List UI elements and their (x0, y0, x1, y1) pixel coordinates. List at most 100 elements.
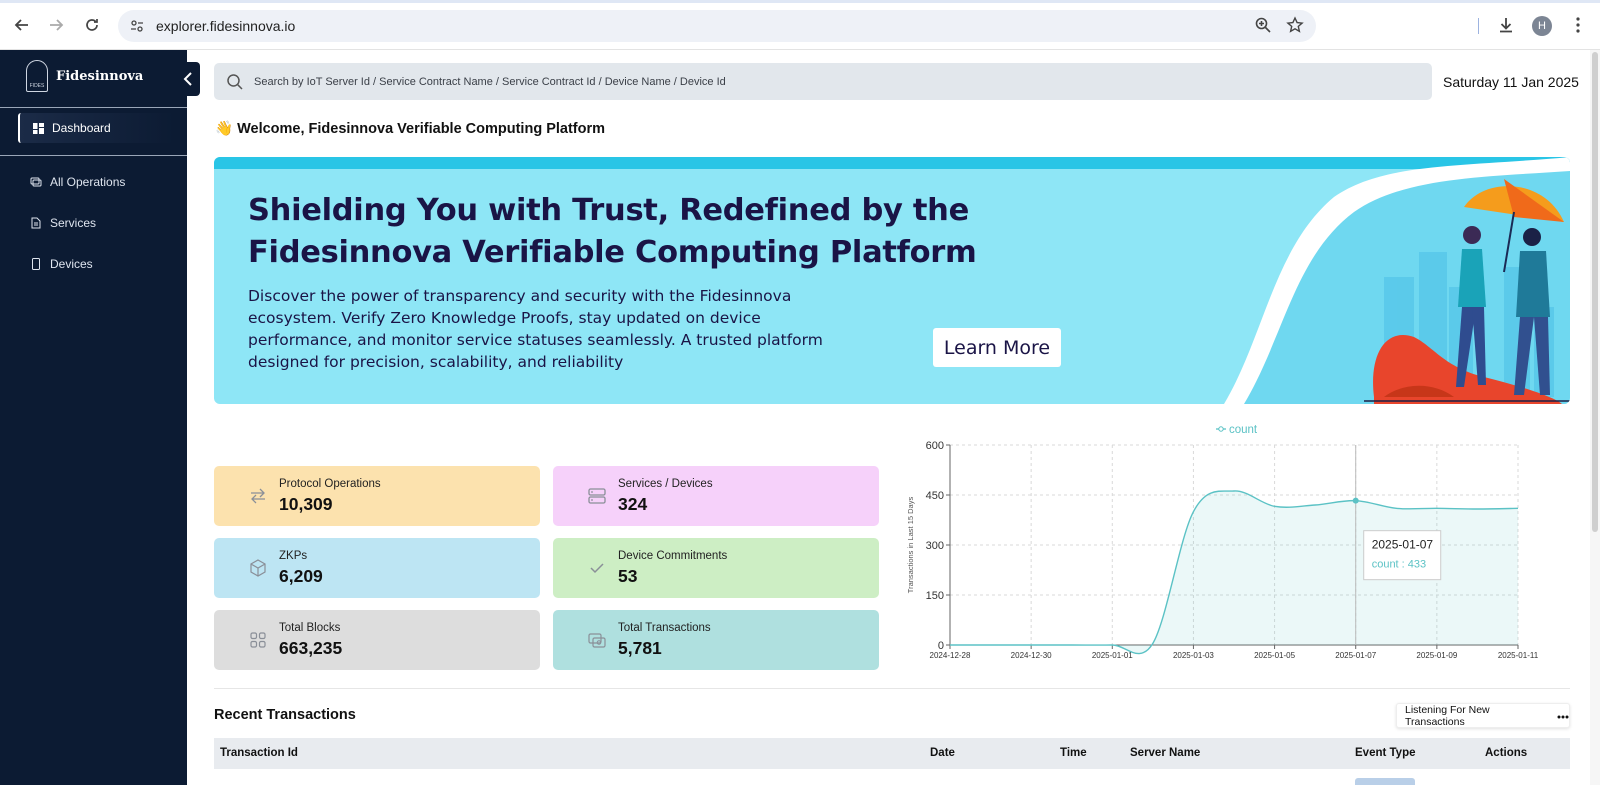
recent-transactions-title: Recent Transactions (214, 707, 356, 723)
legend-marker (1218, 426, 1224, 432)
x-tick-label: 2025-01-05 (1254, 651, 1295, 660)
scrollbar-thumb[interactable] (1592, 52, 1598, 532)
sidebar-item-dashboard[interactable]: Dashboard (18, 113, 174, 143)
data-point (1352, 497, 1359, 504)
toolbar-separator (1478, 18, 1479, 34)
menu-kebab-icon[interactable] (1566, 13, 1590, 37)
stat-label: ZKPs (279, 550, 308, 562)
stat-label: Device Commitments (618, 550, 728, 562)
stat-value: 663,235 (279, 638, 343, 658)
x-tick-label: 2025-01-01 (1092, 651, 1133, 660)
column-header-actions[interactable]: Actions (1485, 747, 1527, 759)
stat-label: Total Blocks (279, 622, 341, 634)
current-date: Saturday 11 Jan 2025 (1443, 74, 1579, 90)
x-tick-label: 2024-12-28 (930, 651, 971, 660)
stat-value: 6,209 (279, 566, 323, 586)
bookmark-star-icon[interactable] (1286, 16, 1304, 39)
hero-banner: Shielding You with Trust, Redefined by t… (214, 157, 1570, 404)
y-tick-label: 600 (926, 440, 944, 452)
sidebar-divider (0, 107, 187, 108)
x-tick-label: 2025-01-11 (1498, 651, 1539, 660)
back-icon[interactable] (10, 13, 34, 37)
section-divider (214, 688, 1570, 689)
learn-more-button[interactable]: Learn More (933, 328, 1061, 367)
banner-title: Shielding You with Trust, Redefined by t… (248, 193, 977, 270)
stat-card-total-transactions[interactable]: Total Transactions 5,781 (553, 610, 879, 670)
tab-strip (0, 0, 1600, 3)
check-icon (587, 558, 607, 578)
site-settings-icon[interactable] (128, 17, 146, 35)
x-tick-label: 2025-01-09 (1416, 651, 1457, 660)
x-tick-label: 2024-12-30 (1011, 651, 1052, 660)
x-tick-label: 2025-01-03 (1173, 651, 1214, 660)
sidebar-item-services[interactable]: Services (18, 208, 174, 238)
stat-value: 53 (618, 566, 638, 586)
stat-card-device-commitments[interactable]: Device Commitments 53 (553, 538, 879, 598)
y-axis-label: Transactions in Last 15 Days (906, 497, 915, 594)
browser-toolbar: explorer.fidesinnova.io H (0, 0, 1600, 50)
column-header-event-type[interactable]: Event Type (1355, 747, 1416, 759)
brand[interactable]: FIDES Fidesinnova (26, 60, 143, 92)
banner-description: Discover the power of transparency and s… (248, 287, 823, 371)
transactions-icon (587, 630, 607, 650)
address-bar[interactable]: explorer.fidesinnova.io (118, 10, 1316, 42)
tooltip-value: count : 433 (1372, 559, 1426, 571)
sidebar-item-devices[interactable]: Devices (18, 249, 174, 279)
x-tick-label: 2025-01-07 (1335, 651, 1376, 660)
sidebar-item-label: Services (50, 216, 97, 230)
operations-icon (30, 176, 42, 188)
column-header-time[interactable]: Time (1060, 747, 1087, 759)
hero-illustration (1224, 157, 1570, 404)
search-bar[interactable] (214, 63, 1432, 100)
stat-value: 10,309 (279, 494, 333, 514)
stat-value: 324 (618, 494, 648, 514)
y-tick-label: 150 (926, 590, 944, 602)
column-header-date[interactable]: Date (930, 747, 955, 759)
sidebar-divider (0, 155, 187, 156)
zoom-icon[interactable] (1254, 16, 1272, 39)
brand-name: Fidesinnova (56, 68, 144, 84)
search-icon (226, 73, 244, 91)
cube-icon (248, 558, 268, 578)
server-icon (587, 486, 607, 506)
sidebar-item-label: Dashboard (52, 121, 111, 135)
tooltip-date: 2025-01-07 (1372, 538, 1434, 552)
search-input[interactable] (254, 75, 1354, 88)
document-icon (30, 217, 42, 229)
stat-card-protocol-operations[interactable]: Protocol Operations 10,309 (214, 466, 540, 526)
y-tick-label: 300 (926, 540, 944, 552)
stat-card-zkps[interactable]: ZKPs 6,209 (214, 538, 540, 598)
stat-card-total-blocks[interactable]: Total Blocks 663,235 (214, 610, 540, 670)
stat-label: Protocol Operations (279, 478, 381, 490)
blocks-icon (248, 630, 268, 650)
download-icon[interactable] (1494, 13, 1518, 37)
device-icon (30, 258, 42, 270)
transactions-table-header: Transaction Id Date Time Server Name Eve… (214, 738, 1570, 769)
stat-label: Services / Devices (618, 478, 713, 490)
stat-label: Total Transactions (618, 622, 711, 634)
listening-button[interactable]: Listening For New Transactions (1396, 703, 1570, 728)
brand-logo: FIDES (26, 60, 48, 92)
sidebar-item-all-operations[interactable]: All Operations (18, 167, 174, 197)
y-tick-label: 450 (926, 490, 944, 502)
more-dots-icon (1557, 710, 1569, 722)
sidebar-item-label: Devices (50, 257, 93, 271)
transactions-chart: 01503004506002024-12-28 2024-12-30 2025-01… (906, 424, 1539, 660)
column-header-transaction-id[interactable]: Transaction Id (220, 747, 298, 759)
collapse-sidebar-button[interactable] (176, 62, 200, 96)
grid-icon (32, 122, 44, 134)
event-type-badge (1355, 778, 1415, 785)
stat-value: 5,781 (618, 638, 662, 658)
column-header-server-name[interactable]: Server Name (1130, 747, 1200, 759)
listening-label: Listening For New Transactions (1405, 703, 1490, 728)
swap-arrows-icon (248, 486, 268, 506)
forward-icon[interactable] (44, 13, 68, 37)
sidebar-item-label: All Operations (50, 175, 126, 189)
profile-avatar[interactable]: H (1532, 16, 1552, 36)
stat-card-services-devices[interactable]: Services / Devices 324 (553, 466, 879, 526)
sidebar: FIDES Fidesinnova Dashboard All Operatio… (0, 50, 200, 785)
legend-label: count (1229, 424, 1258, 436)
url-text[interactable]: explorer.fidesinnova.io (156, 18, 295, 34)
welcome-heading: 👋 Welcome, Fidesinnova Verifiable Comput… (215, 121, 606, 137)
reload-icon[interactable] (80, 13, 104, 37)
